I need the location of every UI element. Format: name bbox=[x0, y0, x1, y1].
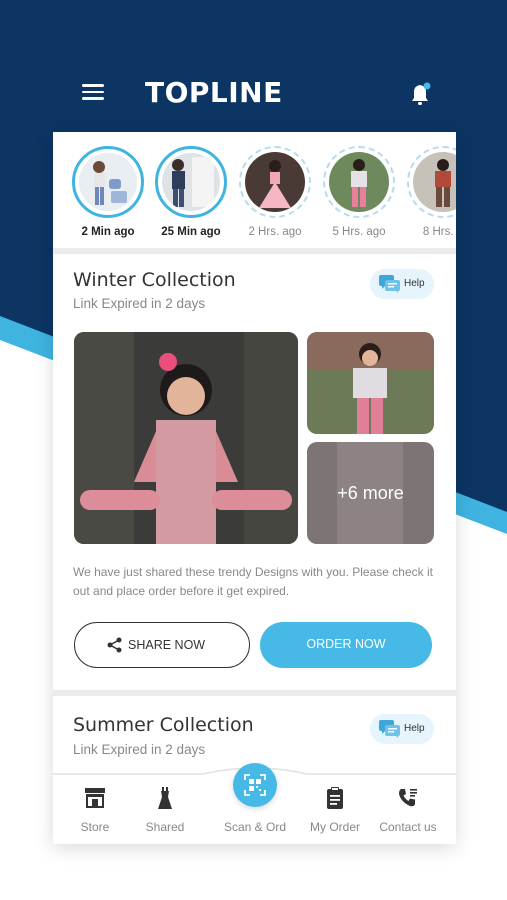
scan-order-button[interactable] bbox=[233, 763, 277, 807]
nav-my-order[interactable]: My Order bbox=[295, 774, 375, 844]
app-header: TOPLINE bbox=[0, 62, 507, 128]
story-time: 2 Min ago bbox=[81, 226, 135, 238]
story-avatar bbox=[162, 153, 220, 211]
chat-bubble-icon bbox=[379, 275, 400, 293]
story-time: 25 Min ago bbox=[161, 226, 221, 238]
story-time: 5 Hrs. ago bbox=[332, 226, 386, 238]
nav-label: My Order bbox=[309, 820, 360, 834]
phone-icon bbox=[399, 789, 417, 807]
nav-shared[interactable]: Shared bbox=[125, 774, 205, 844]
story-avatar bbox=[79, 153, 137, 211]
content-panel: 2 Min ago 25 Min ago 2 Hrs. ago 5 Hrs. a… bbox=[53, 132, 456, 844]
help-label: Help bbox=[404, 723, 425, 734]
bottom-navigation: Store Shared Scan & Ord My Order Contact… bbox=[53, 763, 456, 844]
order-now-button[interactable]: ORDER NOW bbox=[260, 622, 432, 668]
more-count: +6 more bbox=[337, 482, 404, 503]
story-item[interactable]: 8 Hrs. a bbox=[403, 146, 456, 238]
card-description: We have just shared these trendy Designs… bbox=[73, 565, 433, 598]
store-icon bbox=[85, 788, 105, 808]
story-time: 8 Hrs. a bbox=[422, 226, 456, 238]
nav-contact-us[interactable]: Contact us bbox=[368, 774, 448, 844]
dress-icon bbox=[158, 787, 172, 809]
story-item[interactable]: 2 Min ago bbox=[68, 146, 148, 238]
help-label: Help bbox=[404, 278, 425, 289]
hamburger-menu-icon[interactable] bbox=[82, 84, 106, 104]
help-button[interactable]: Help bbox=[370, 269, 434, 299]
stories-row[interactable]: 2 Min ago 25 Min ago 2 Hrs. ago 5 Hrs. a… bbox=[53, 132, 456, 248]
chat-bubble-icon bbox=[379, 720, 400, 738]
story-time: 2 Hrs. ago bbox=[248, 226, 302, 238]
more-images-tile[interactable]: +6 more bbox=[307, 442, 434, 544]
order-now-label: ORDER NOW bbox=[306, 637, 386, 651]
story-avatar bbox=[245, 152, 305, 212]
story-ring bbox=[407, 146, 456, 218]
nav-label: Store bbox=[80, 820, 110, 834]
product-image-thumb[interactable] bbox=[307, 332, 434, 434]
story-ring bbox=[155, 146, 227, 218]
app-title: TOPLINE bbox=[145, 76, 283, 109]
story-avatar bbox=[413, 152, 456, 212]
help-button[interactable]: Help bbox=[370, 714, 434, 744]
qr-scan-icon bbox=[244, 774, 266, 796]
nav-label: Shared bbox=[145, 820, 185, 834]
nav-label: Scan & Ord bbox=[223, 820, 287, 834]
story-item[interactable]: 2 Hrs. ago bbox=[235, 146, 315, 238]
card-title: Winter Collection bbox=[73, 269, 236, 291]
share-now-label: SHARE NOW bbox=[128, 638, 206, 652]
unread-dot bbox=[423, 82, 431, 90]
card-expiry: Link Expired in 2 days bbox=[73, 742, 206, 757]
story-ring bbox=[323, 146, 395, 218]
share-now-button[interactable]: SHARE NOW bbox=[74, 622, 250, 668]
clipboard-icon bbox=[327, 787, 343, 809]
story-ring bbox=[239, 146, 311, 218]
nav-store[interactable]: Store bbox=[55, 774, 135, 844]
story-item[interactable]: 25 Min ago bbox=[151, 146, 231, 238]
story-avatar bbox=[329, 152, 389, 212]
nav-label: Contact us bbox=[379, 820, 437, 834]
story-item[interactable]: 5 Hrs. ago bbox=[319, 146, 399, 238]
notification-bell-icon[interactable] bbox=[407, 80, 435, 110]
share-icon bbox=[107, 637, 122, 653]
card-title: Summer Collection bbox=[73, 714, 254, 736]
story-ring bbox=[72, 146, 144, 218]
product-image-main[interactable] bbox=[74, 332, 298, 544]
card-expiry: Link Expired in 2 days bbox=[73, 296, 206, 311]
